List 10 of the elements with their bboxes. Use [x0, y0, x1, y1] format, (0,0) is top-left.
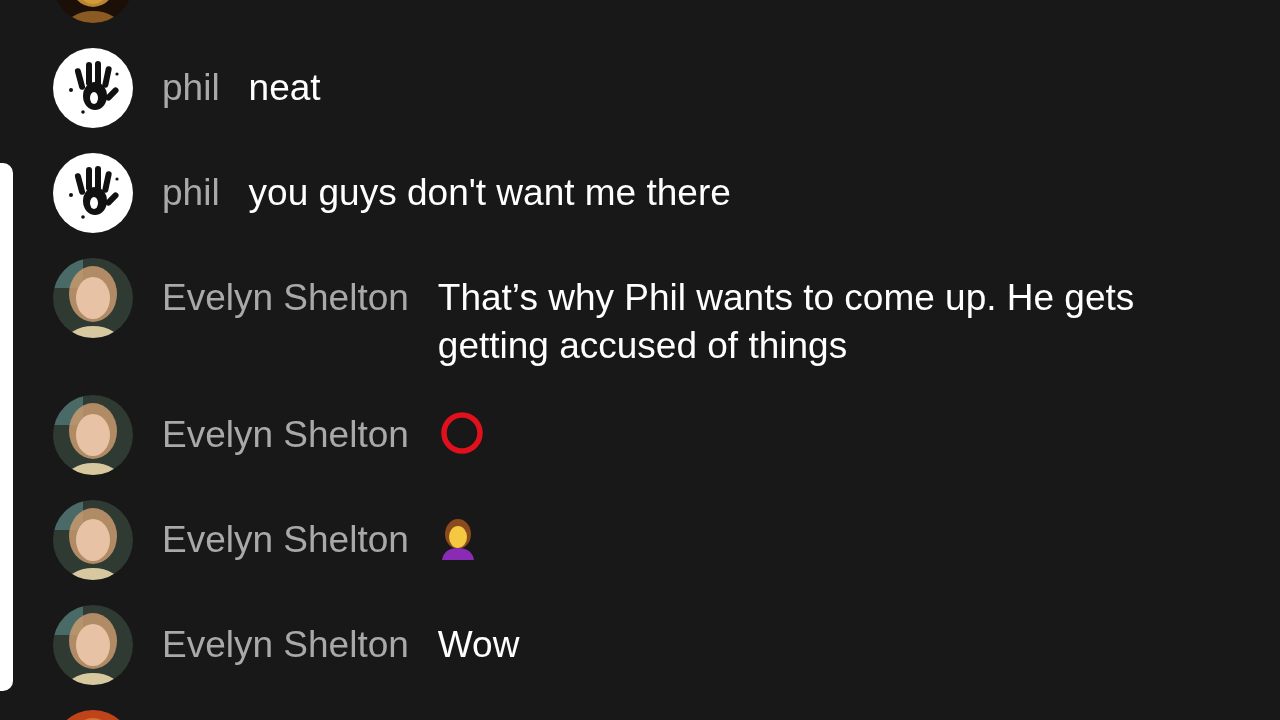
author-name: phil [162, 171, 220, 215]
message-text: neat [248, 67, 321, 108]
author-name: phil [162, 66, 220, 110]
message-text: Wow [437, 624, 520, 665]
author-name: Evelyn Shelton [162, 276, 409, 320]
author-name: Evelyn Shelton [162, 413, 409, 457]
message-text: you guys don't want me there [248, 172, 731, 213]
author-name: Evelyn Shelton [162, 518, 409, 562]
author-name: Evelyn Shelton [162, 623, 409, 667]
message-text: That’s why Phil wants to come up. He gets getting accused of things [437, 277, 1135, 366]
